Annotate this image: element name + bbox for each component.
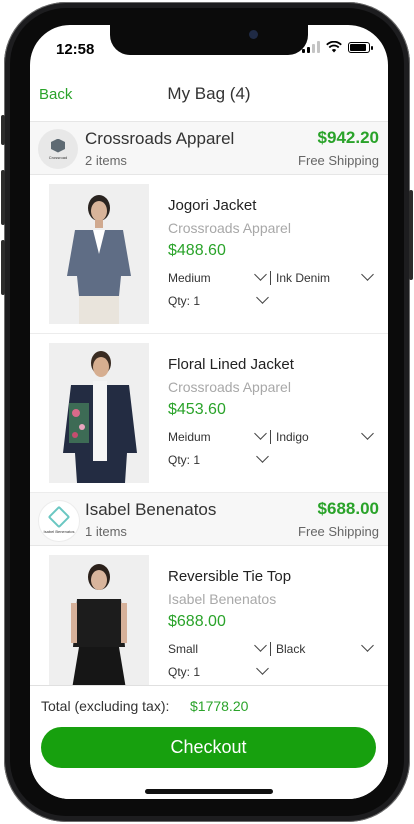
- battery-icon: [348, 41, 373, 53]
- page-title: My Bag (4): [167, 84, 251, 103]
- chevron-down-icon[interactable]: [361, 427, 374, 440]
- total-value: $1778.20: [190, 698, 249, 714]
- chevron-down-icon[interactable]: [361, 639, 374, 652]
- store-header: Crossroad Crossroads Apparel 2 items $94…: [30, 122, 388, 175]
- product-image[interactable]: [49, 343, 149, 483]
- volume-down-button: [1, 240, 5, 295]
- store-name: Isabel Benenatos: [85, 500, 217, 519]
- cart-item[interactable]: Reversible Tie Top Isabel Benenatos $688…: [30, 546, 388, 685]
- product-brand: Crossroads Apparel: [168, 220, 291, 236]
- cart-item[interactable]: Jogori Jacket Crossroads Apparel $488.60…: [30, 175, 388, 334]
- product-image[interactable]: [49, 555, 149, 685]
- checkout-button[interactable]: Checkout: [41, 727, 376, 768]
- product-price: $488.60: [168, 242, 226, 259]
- app-screen: 12:58 Back My Bag (4) Crossroad Crossroa…: [30, 25, 388, 799]
- camera-icon: [249, 30, 258, 39]
- chevron-down-icon[interactable]: [254, 639, 267, 652]
- color-select[interactable]: Ink Denim: [276, 271, 330, 285]
- home-indicator[interactable]: [145, 789, 273, 794]
- product-title: Floral Lined Jacket: [168, 356, 294, 373]
- volume-up-button: [1, 170, 5, 225]
- product-price: $453.60: [168, 401, 226, 418]
- product-title: Jogori Jacket: [168, 197, 257, 214]
- product-title: Reversible Tie Top: [168, 568, 292, 585]
- chevron-down-icon[interactable]: [256, 450, 269, 463]
- qty-select[interactable]: Qty: 1: [168, 665, 200, 679]
- chevron-down-icon[interactable]: [256, 291, 269, 304]
- status-time: 12:58: [56, 41, 95, 58]
- store-name: Crossroads Apparel: [85, 129, 235, 148]
- option-divider: [270, 642, 271, 656]
- bag-list[interactable]: Crossroad Crossroads Apparel 2 items $94…: [30, 122, 388, 685]
- signal-icon: [302, 41, 320, 53]
- total-label: Total (excluding tax):: [41, 698, 170, 714]
- notch: [110, 25, 308, 55]
- qty-select[interactable]: Qty: 1: [168, 453, 200, 467]
- nav-bar: Back My Bag (4): [30, 73, 388, 122]
- product-image[interactable]: [49, 184, 149, 324]
- hexagon-icon: [51, 138, 65, 153]
- chevron-down-icon[interactable]: [254, 427, 267, 440]
- store-logo: Crossroad: [38, 129, 78, 169]
- product-brand: Isabel Benenatos: [168, 591, 277, 607]
- option-divider: [270, 271, 271, 285]
- store-shipping: Free Shipping: [298, 153, 379, 168]
- checkout-footer: Total (excluding tax): $1778.20 Checkout: [30, 685, 388, 799]
- color-select[interactable]: Indigo: [276, 430, 309, 444]
- store-item-count: 1 items: [85, 524, 127, 539]
- status-icons: [302, 41, 373, 53]
- wifi-icon: [326, 41, 342, 53]
- store-header: Isabel Benenatos Isabel Benenatos 1 item…: [30, 493, 388, 546]
- cart-item[interactable]: Floral Lined Jacket Crossroads Apparel $…: [30, 334, 388, 493]
- option-divider: [270, 430, 271, 444]
- mute-switch: [1, 115, 5, 145]
- power-button: [409, 190, 413, 280]
- size-select[interactable]: Meidum: [168, 430, 211, 444]
- store-item-count: 2 items: [85, 153, 127, 168]
- product-price: $688.00: [168, 613, 226, 630]
- store-logo: Isabel Benenatos: [38, 500, 80, 542]
- store-shipping: Free Shipping: [298, 524, 379, 539]
- store-total: $688.00: [317, 499, 379, 518]
- chevron-down-icon[interactable]: [254, 268, 267, 281]
- diamond-icon: [47, 505, 71, 528]
- chevron-down-icon[interactable]: [256, 662, 269, 675]
- chevron-down-icon[interactable]: [361, 268, 374, 281]
- color-select[interactable]: Black: [276, 642, 305, 656]
- size-select[interactable]: Small: [168, 642, 198, 656]
- store-total: $942.20: [317, 128, 379, 147]
- qty-select[interactable]: Qty: 1: [168, 294, 200, 308]
- size-select[interactable]: Medium: [168, 271, 211, 285]
- product-brand: Crossroads Apparel: [168, 379, 291, 395]
